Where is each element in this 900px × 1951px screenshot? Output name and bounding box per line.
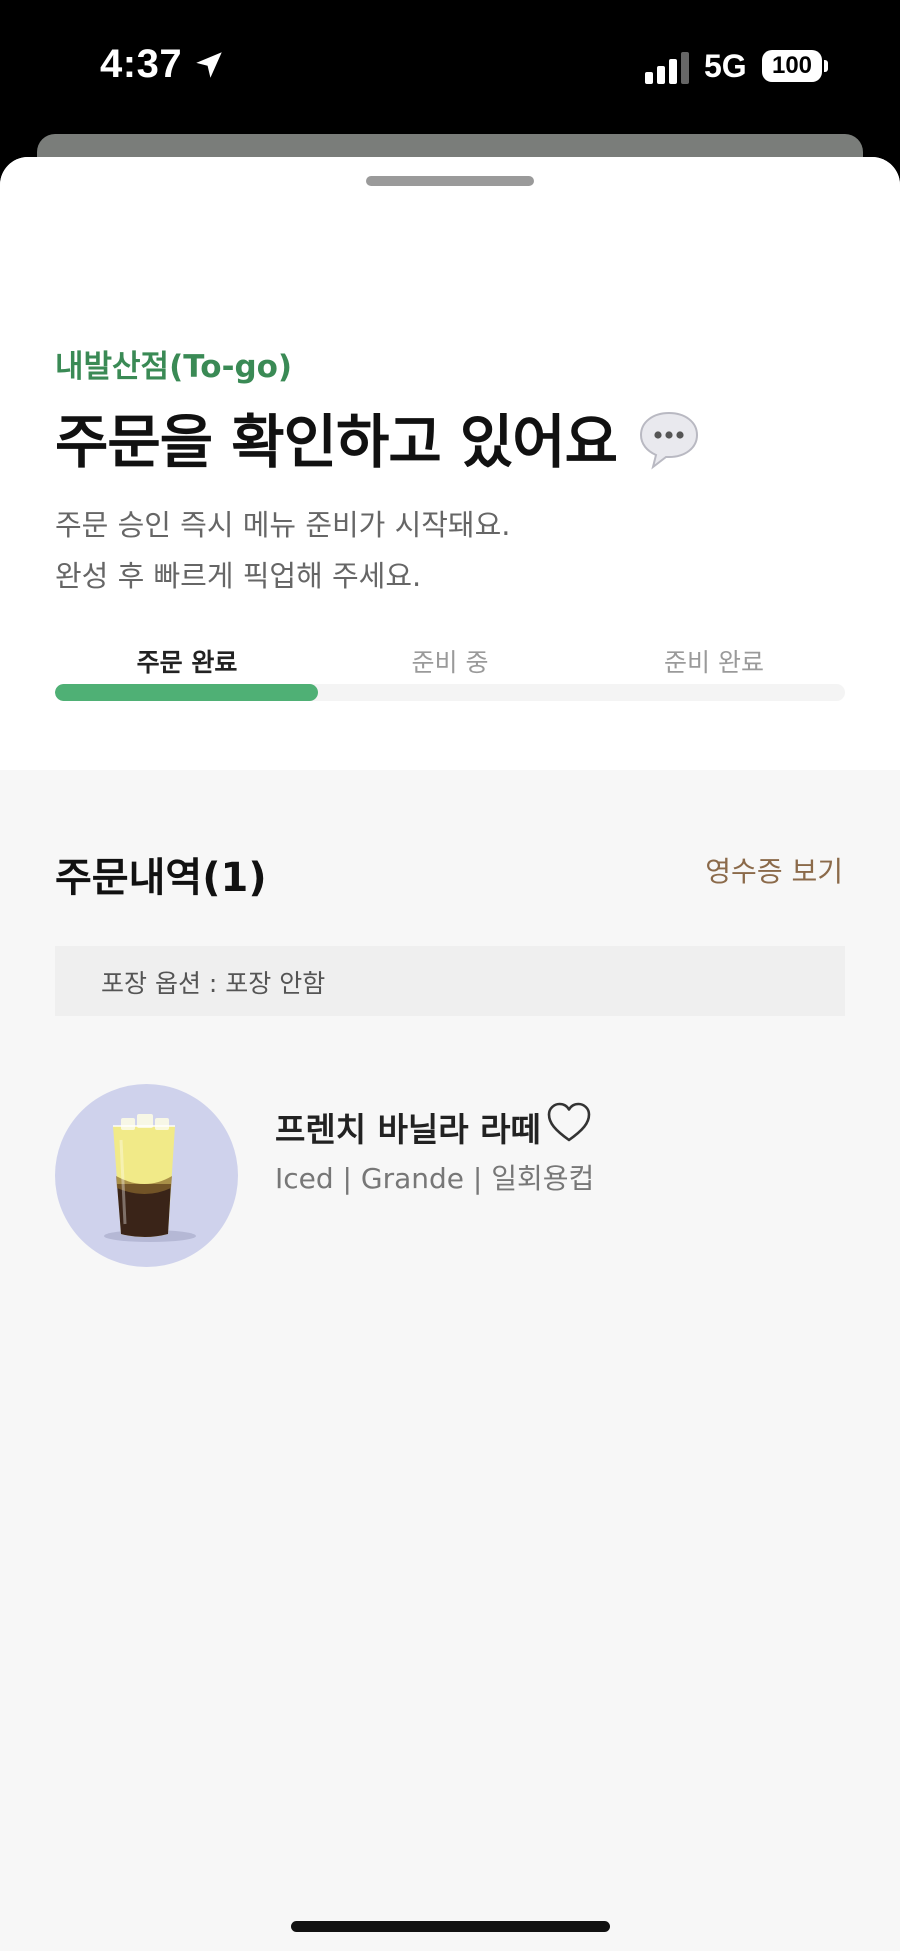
description-line-1: 주문 승인 즉시 메뉴 준비가 시작돼요. [55,508,511,542]
heart-icon[interactable] [546,1101,592,1143]
step-preparing: 준비 중 [411,648,489,677]
order-status-sheet: 내발산점(To-go) 주문을 확인하고 있어요 주문 승인 즉시 메뉴 준비가… [0,157,900,1951]
speech-bubble-icon [639,411,699,470]
location-arrow-icon [196,52,222,78]
order-progress-track [55,684,845,701]
step-ready: 준비 완료 [664,648,764,677]
packaging-option-box: 포장 옵션 : 포장 안함 [55,946,845,1016]
item-thumbnail [55,1084,238,1267]
iced-latte-image [104,1114,196,1242]
order-status-header: 내발산점(To-go) 주문을 확인하고 있어요 주문 승인 즉시 메뉴 준비가… [0,157,900,770]
status-time: 4:37 [100,42,183,86]
description-line-2: 완성 후 빠르게 픽업해 주세요. [55,559,422,593]
battery-icon: 100 [762,50,822,82]
sheet-grabber[interactable] [366,176,534,186]
view-receipt-link[interactable]: 영수증 보기 [705,850,843,890]
battery-tip [824,60,828,72]
store-name: 내발산점(To-go) [55,349,293,385]
status-bar: 4:37 5G 100 [0,0,900,130]
step-order-complete: 주문 완료 [136,648,238,677]
item-options: Iced | Grande | 일회용컵 [275,1162,595,1195]
page-title: 주문을 확인하고 있어요 [55,408,618,476]
cellular-signal-icon [645,52,689,84]
item-name: 프렌치 바닐라 라떼 [275,1110,541,1149]
packaging-option-text: 포장 옵션 : 포장 안함 [101,969,326,998]
order-history-title: 주문내역(1) [55,855,267,901]
order-progress-fill [55,684,319,701]
home-indicator [291,1921,610,1932]
network-type: 5G [704,48,747,84]
